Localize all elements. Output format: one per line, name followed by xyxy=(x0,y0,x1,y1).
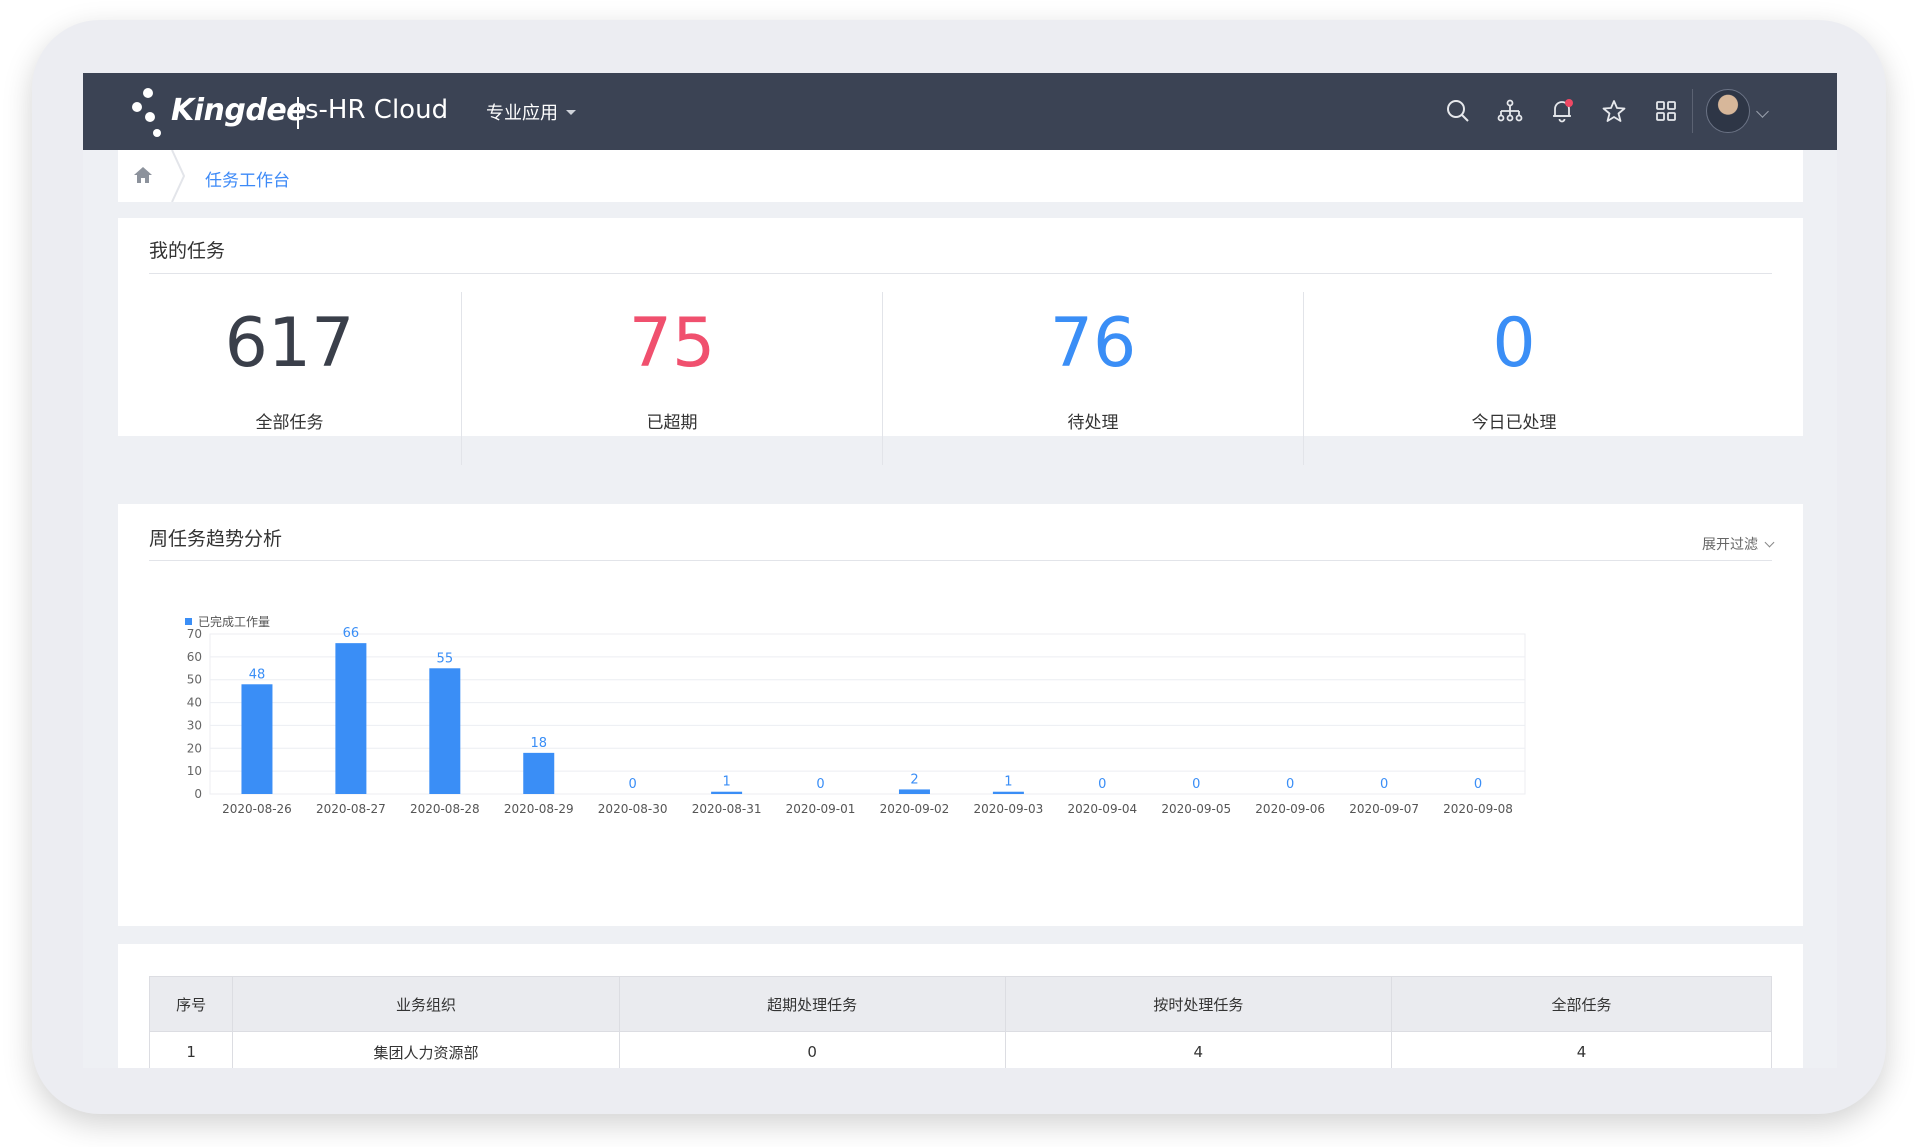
brand-name: Kingdee xyxy=(171,93,307,128)
column-header[interactable]: 业务组织 xyxy=(232,976,620,1032)
x-tick-label: 2020-09-06 xyxy=(1255,802,1325,816)
org-task-table: 序号 业务组织 超期处理任务 按时处理任务 全部任务 1 集团人力资源部 0 4… xyxy=(148,976,1773,1068)
data-label: 0 xyxy=(1192,777,1200,792)
notification-badge xyxy=(1565,99,1573,107)
stat-value: 76 xyxy=(1049,304,1137,383)
star-icon[interactable] xyxy=(1599,93,1629,129)
table-cell: 集团人力资源部 xyxy=(232,1031,620,1068)
app-window: Kingdee s-HR Cloud 专业应用 任务工作台 我的任务 617 全… xyxy=(83,73,1837,1068)
kingdee-logo-icon xyxy=(132,88,161,137)
table-row[interactable]: 1 集团人力资源部 0 4 4 xyxy=(148,1031,1773,1068)
bar xyxy=(711,791,743,794)
data-label: 18 xyxy=(530,736,547,751)
home-icon[interactable] xyxy=(132,164,154,186)
stat-all-tasks[interactable]: 617 全部任务 xyxy=(118,284,461,456)
weekly-trend-bar-chart: 010203040506070482020-08-26662020-08-275… xyxy=(187,626,1526,816)
y-tick-label: 0 xyxy=(194,787,202,801)
stat-label: 已超期 xyxy=(646,413,698,433)
data-label: 0 xyxy=(1098,777,1106,792)
column-header[interactable]: 超期处理任务 xyxy=(618,976,1006,1032)
data-label: 66 xyxy=(343,626,360,641)
y-tick-label: 10 xyxy=(187,764,202,778)
stat-pending[interactable]: 76 待处理 xyxy=(883,284,1303,456)
stat-value: 617 xyxy=(224,304,355,383)
bar xyxy=(898,789,930,794)
bar xyxy=(429,668,461,794)
x-tick-label: 2020-08-28 xyxy=(410,802,480,816)
x-tick-label: 2020-08-31 xyxy=(692,802,762,816)
search-icon[interactable] xyxy=(1443,93,1473,129)
x-tick-label: 2020-08-30 xyxy=(598,802,668,816)
my-tasks-panel: 我的任务 617 全部任务 75 已超期 76 待处理 0 今日已处理 xyxy=(118,218,1803,465)
table-cell: 0 xyxy=(618,1031,1006,1068)
weekly-trend-panel: 周任务趋势分析 展开过滤 已完成工作量 0 10 20 30 40 50 60 70 48 202… xyxy=(118,504,1803,926)
x-tick-label: 2020-09-04 xyxy=(1067,802,1137,816)
bar xyxy=(335,643,367,794)
x-tick-label: 2020-09-08 xyxy=(1443,802,1513,816)
x-tick-label: 2020-09-02 xyxy=(880,802,950,816)
stat-label: 今日已处理 xyxy=(1471,413,1557,433)
logo-divider xyxy=(297,97,299,129)
table-cell: 4 xyxy=(1390,1031,1773,1068)
y-tick-label: 50 xyxy=(187,673,202,687)
divider xyxy=(149,273,1772,274)
data-label: 1 xyxy=(1004,775,1012,790)
bar xyxy=(241,684,273,794)
x-tick-label: 2020-08-27 xyxy=(316,802,386,816)
caret-down-icon xyxy=(566,109,576,115)
data-label: 55 xyxy=(437,651,454,666)
breadcrumb-separator xyxy=(171,150,186,202)
table-cell: 4 xyxy=(1004,1031,1392,1068)
column-header[interactable]: 序号 xyxy=(148,976,234,1032)
column-header[interactable]: 按时处理任务 xyxy=(1004,976,1392,1032)
bar xyxy=(523,752,555,794)
breadcrumb: 任务工作台 xyxy=(118,150,1803,202)
user-avatar[interactable] xyxy=(1706,89,1750,133)
topbar-actions xyxy=(1443,93,1681,129)
x-tick-label: 2020-08-29 xyxy=(504,802,574,816)
professional-apps-label: 专业应用 xyxy=(486,103,558,124)
data-label: 48 xyxy=(249,667,266,682)
data-label: 0 xyxy=(1474,777,1482,792)
data-label: 1 xyxy=(722,775,730,790)
plot-area xyxy=(209,633,1526,795)
panel-title: 我的任务 xyxy=(149,240,226,262)
product-name: s-HR Cloud xyxy=(305,95,449,125)
stat-value: 0 xyxy=(1492,304,1536,383)
top-navigation-bar: Kingdee s-HR Cloud 专业应用 xyxy=(83,73,1837,150)
breadcrumb-current[interactable]: 任务工作台 xyxy=(205,166,290,191)
y-tick-label: 20 xyxy=(187,741,202,755)
professional-apps-menu[interactable]: 专业应用 xyxy=(486,99,576,125)
stat-processed-today[interactable]: 0 今日已处理 xyxy=(1304,284,1724,456)
chevron-down-icon[interactable] xyxy=(1756,105,1769,118)
org-task-table-panel: 序号 业务组织 超期处理任务 按时处理任务 全部任务 1 集团人力资源部 0 4… xyxy=(118,944,1803,1068)
data-label: 2 xyxy=(910,772,918,787)
data-label: 0 xyxy=(1286,777,1294,792)
x-tick-label: 2020-09-05 xyxy=(1161,802,1231,816)
stat-label: 待处理 xyxy=(1067,413,1119,433)
stat-overdue[interactable]: 75 已超期 xyxy=(462,284,882,456)
table-cell: 1 xyxy=(148,1031,234,1068)
y-tick-label: 60 xyxy=(187,650,202,664)
y-tick-label: 30 xyxy=(187,718,202,732)
y-tick-label: 40 xyxy=(187,696,202,710)
column-header[interactable]: 全部任务 xyxy=(1390,976,1773,1032)
x-tick-label: 2020-08-26 xyxy=(222,802,292,816)
topbar-divider xyxy=(1692,89,1693,133)
stat-value: 75 xyxy=(628,304,716,383)
data-label: 0 xyxy=(1380,777,1388,792)
data-label: 0 xyxy=(629,777,637,792)
x-tick-label: 2020-09-07 xyxy=(1349,802,1419,816)
x-tick-label: 2020-09-01 xyxy=(786,802,856,816)
org-chart-icon[interactable] xyxy=(1495,93,1525,129)
bar xyxy=(992,791,1024,794)
stat-label: 全部任务 xyxy=(255,413,324,433)
x-tick-label: 2020-09-03 xyxy=(974,802,1044,816)
y-tick-label: 70 xyxy=(187,627,202,641)
apps-grid-icon[interactable] xyxy=(1651,93,1681,129)
table-header-row: 序号 业务组织 超期处理任务 按时处理任务 全部任务 xyxy=(148,976,1773,1032)
data-label: 0 xyxy=(816,777,824,792)
bell-icon[interactable] xyxy=(1547,93,1577,129)
